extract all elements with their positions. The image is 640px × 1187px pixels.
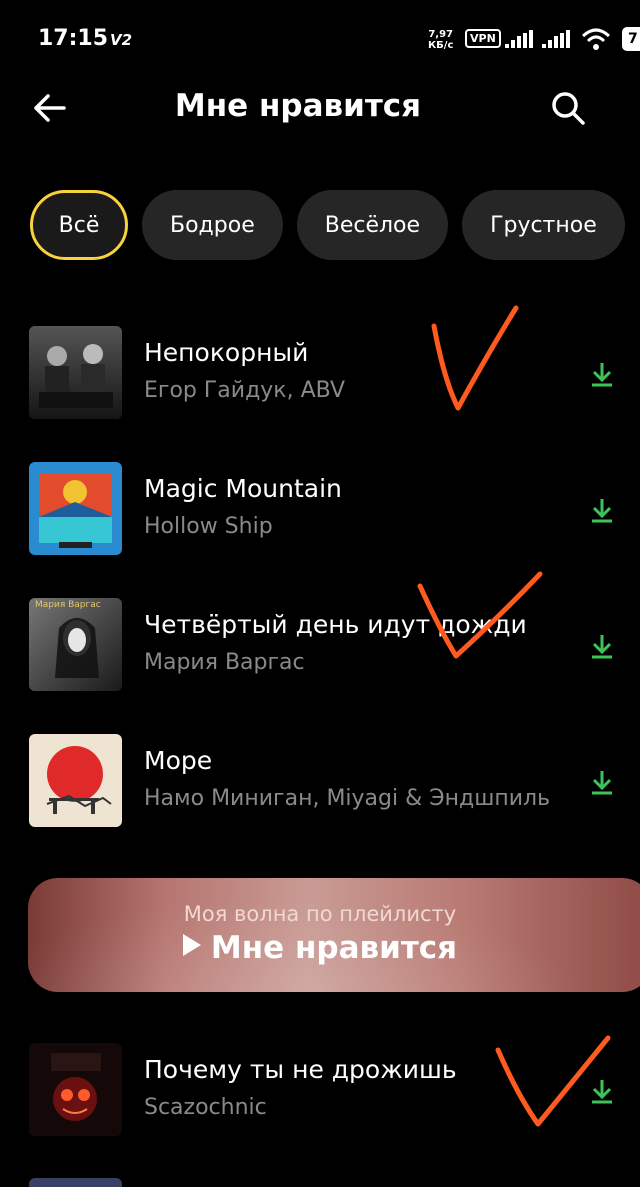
track-title: Море	[144, 746, 213, 775]
page-title: Мне нравится	[174, 88, 422, 124]
filter-chip-cheerful[interactable]: Весёлое	[296, 190, 449, 260]
status-time: 17:15	[38, 26, 109, 51]
wave-title: Мне нравится	[0, 930, 640, 966]
track-artist: Hollow Ship	[144, 514, 273, 539]
track-row[interactable]: Почему ты не дрожишь Scazochnic	[0, 1043, 640, 1139]
search-button[interactable]	[548, 88, 588, 128]
download-icon[interactable]	[588, 632, 616, 660]
vpn-badge: VPN	[465, 29, 501, 48]
network-speed-value: 7,97	[428, 29, 454, 40]
track-artist: Scazochnic	[144, 1095, 267, 1120]
download-icon[interactable]	[588, 496, 616, 524]
checkmark-annotations	[417, 305, 611, 1127]
album-cover	[29, 1043, 122, 1136]
filter-chip-all[interactable]: Всё	[30, 190, 128, 260]
track-row[interactable]: Море Намо Миниган, Miyagi & Эндшпиль	[0, 734, 640, 830]
track-title: Четвёртый день идут дожди	[144, 610, 527, 639]
track-row[interactable]: Непокорный Егор Гайдук, ABV	[0, 326, 640, 422]
track-title: Непокорный	[144, 338, 309, 367]
track-row[interactable]: Magic Mountain Hollow Ship	[0, 462, 640, 558]
download-icon[interactable]	[588, 1077, 616, 1105]
signal-icon	[505, 30, 533, 48]
download-icon[interactable]	[588, 768, 616, 796]
network-speed: 7,97 КБ/с	[428, 29, 453, 51]
album-cover: Мария Варгас	[29, 598, 122, 691]
my-wave-banner-content[interactable]: Моя волна по плейлисту Мне нравится	[0, 878, 640, 992]
signal-icon-2	[542, 30, 570, 48]
filter-chip-sad[interactable]: Грустное	[462, 190, 625, 260]
wave-subtitle: Моя волна по плейлисту	[183, 902, 457, 926]
track-title: Почему ты не дрожишь	[144, 1055, 457, 1084]
filter-chip-upbeat[interactable]: Бодрое	[142, 190, 283, 260]
download-icon[interactable]	[588, 360, 616, 388]
track-title: Magic Mountain	[144, 474, 342, 503]
play-icon	[182, 934, 201, 956]
track-artist: Егор Гайдук, ABV	[144, 378, 346, 403]
wave-title-text: Мне нравится	[210, 930, 458, 966]
album-cover	[29, 326, 122, 419]
track-artist: Намо Миниган, Miyagi & Эндшпиль	[144, 786, 551, 811]
network-label: V2	[110, 31, 133, 49]
album-cover	[29, 734, 122, 827]
battery-icon: 7	[622, 27, 640, 51]
album-cover-partial	[29, 1178, 122, 1187]
status-bar: 17:15 V2 7,97 КБ/с VPN 7	[0, 0, 640, 80]
wifi-icon	[581, 28, 611, 50]
search-icon	[552, 92, 585, 125]
network-speed-unit: КБ/с	[428, 40, 454, 51]
track-row[interactable]: Мария Варгас Четвёртый день идут дожди М…	[0, 598, 640, 694]
track-artist: Мария Варгас	[144, 650, 305, 675]
album-cover	[29, 462, 122, 555]
cover-caption: Мария Варгас	[35, 600, 101, 610]
mood-filters: Всё Бодрое Весёлое Грустное	[30, 190, 625, 260]
